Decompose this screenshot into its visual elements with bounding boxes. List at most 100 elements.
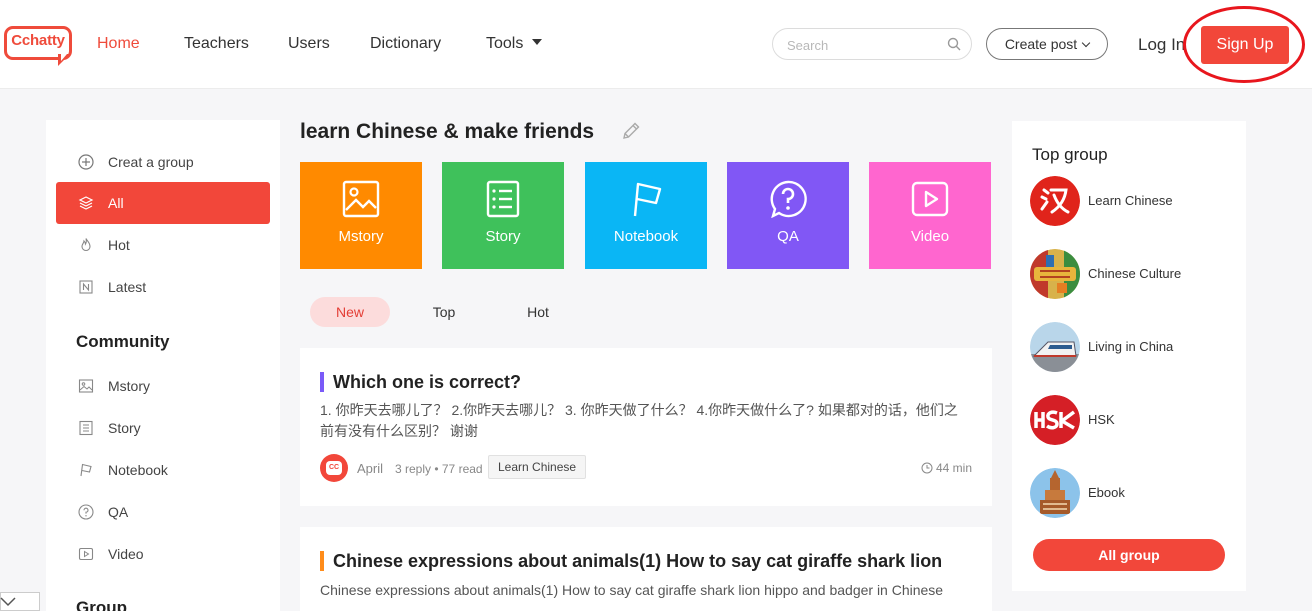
top-header: Cchatty Home Teachers Users Dictionary T…	[0, 0, 1312, 89]
sidebar-item-all[interactable]: All	[56, 182, 270, 224]
flag-icon	[80, 463, 92, 477]
post-title[interactable]: Chinese expressions about animals(1) How…	[320, 551, 942, 571]
hsk-group-avatar	[1030, 395, 1080, 445]
plus-circle-icon	[78, 154, 94, 170]
sidebar-item-create-group[interactable]: Creat a group	[56, 141, 270, 183]
post-card[interactable]: Which one is correct? 1. 你昨天去哪儿了？ 2.你昨天去…	[300, 348, 992, 506]
image-icon	[78, 379, 94, 393]
post-meta: CC April 3 reply • 77 read Learn Chinese…	[320, 454, 972, 482]
group-chinese-culture[interactable]: Chinese Culture	[1030, 249, 1230, 299]
nav-users[interactable]: Users	[288, 35, 330, 53]
nav-tools[interactable]: Tools	[486, 35, 543, 53]
post-stats: 3 reply • 77 read	[395, 462, 483, 476]
sidebar-item-notebook[interactable]: Notebook	[56, 449, 270, 491]
post-time: 44 min	[921, 461, 972, 475]
post-time-text: 44 min	[935, 461, 972, 475]
list-doc-icon	[79, 420, 93, 436]
group-ebook[interactable]: Ebook	[1030, 468, 1230, 518]
nav-home[interactable]: Home	[97, 35, 140, 53]
group-name: Chinese Culture	[1088, 266, 1182, 281]
collapse-toggle[interactable]	[0, 592, 40, 611]
sidebar-item-label: QA	[108, 504, 129, 520]
sidebar-item-label: Mstory	[108, 378, 150, 394]
group-name: Living in China	[1088, 339, 1174, 354]
list-doc-icon	[486, 180, 520, 218]
tile-notebook[interactable]: Notebook	[585, 162, 707, 269]
page-title: learn Chinese & make friends	[300, 120, 595, 143]
tile-story[interactable]: Story	[442, 162, 564, 269]
post-tag[interactable]: Learn Chinese	[488, 455, 587, 479]
sidebar-item-label: Story	[108, 420, 141, 436]
top-group-heading: Top group	[1032, 145, 1108, 164]
tile-mstory[interactable]: Mstory	[300, 162, 422, 269]
avatar-text: CC	[326, 461, 342, 475]
top-group-panel: Top group Learn Chinese Chinese Culture …	[1012, 121, 1246, 591]
question-bubble-icon	[770, 180, 807, 218]
post-title[interactable]: Which one is correct?	[320, 372, 521, 392]
sidebar-item-label: Hot	[108, 237, 130, 253]
chevron-down-icon	[0, 597, 16, 607]
chevron-down-icon	[1081, 38, 1091, 48]
nav-dictionary[interactable]: Dictionary	[370, 35, 441, 53]
learn-chinese-group-avatar	[1030, 176, 1080, 226]
tile-label: QA	[777, 228, 799, 245]
clock-icon	[921, 462, 933, 474]
question-icon	[78, 504, 94, 520]
group-living-in-china[interactable]: Living in China	[1030, 322, 1230, 372]
group-hsk[interactable]: HSK	[1030, 395, 1230, 445]
nav-tools-label: Tools	[486, 35, 524, 52]
layers-icon	[78, 196, 94, 210]
search-icon[interactable]	[947, 37, 961, 51]
login-link[interactable]: Log In	[1138, 35, 1185, 55]
sidebar-item-qa[interactable]: QA	[56, 491, 270, 533]
tile-label: Mstory	[338, 228, 384, 245]
group-name: Learn Chinese	[1088, 193, 1173, 208]
image-icon	[342, 180, 380, 218]
tab-new[interactable]: New	[310, 297, 390, 327]
tile-label: Video	[910, 228, 950, 245]
create-post-label: Create post	[1004, 36, 1078, 52]
group-heading: Group	[76, 598, 127, 611]
sidebar-item-video[interactable]: Video	[56, 533, 270, 575]
search-input[interactable]	[787, 35, 937, 55]
ebook-group-avatar	[1030, 468, 1080, 518]
sidebar-item-label: Latest	[108, 279, 147, 295]
tab-hot[interactable]: Hot	[498, 297, 578, 327]
tile-label: Notebook	[613, 228, 679, 245]
avatar[interactable]: CC	[320, 454, 348, 482]
flame-icon	[81, 238, 91, 252]
play-icon	[78, 547, 94, 561]
sidebar-item-label: Creat a group	[108, 154, 194, 170]
cchatty-logo[interactable]: Cchatty	[4, 26, 74, 68]
tile-label: Story	[485, 228, 521, 245]
sidebar-item-hot[interactable]: Hot	[56, 224, 270, 266]
tile-qa[interactable]: QA	[727, 162, 849, 269]
post-excerpt: Chinese expressions about animals(1) How…	[320, 582, 944, 598]
caret-down-icon	[532, 39, 543, 45]
search-box	[772, 28, 972, 60]
sidebar-item-label: All	[108, 195, 124, 211]
nav-teachers[interactable]: Teachers	[184, 35, 249, 53]
sidebar-item-mstory[interactable]: Mstory	[56, 365, 270, 407]
post-date: April	[357, 461, 384, 476]
create-post-button[interactable]: Create post	[986, 28, 1108, 60]
post-card[interactable]: Chinese expressions about animals(1) How…	[300, 527, 992, 611]
community-heading: Community	[76, 332, 170, 351]
post-excerpt: 1. 你昨天去哪儿了？ 2.你昨天去哪儿？ 3. 你昨天做了什么？ 4.你昨天做…	[320, 402, 958, 439]
all-group-button[interactable]: All group	[1033, 539, 1225, 571]
sidebar-item-label: Notebook	[108, 462, 168, 478]
chinese-culture-group-avatar	[1030, 249, 1080, 299]
new-badge-icon	[79, 280, 93, 294]
logo-text: Cchatty	[11, 32, 65, 49]
edit-pencil-icon[interactable]	[620, 120, 642, 142]
group-learn-chinese[interactable]: Learn Chinese	[1030, 176, 1230, 226]
sidebar-item-latest[interactable]: Latest	[56, 266, 270, 308]
flag-icon	[633, 182, 662, 217]
living-in-china-group-avatar	[1030, 322, 1080, 372]
tile-video[interactable]: Video	[869, 162, 991, 269]
sidebar-item-label: Video	[108, 546, 144, 562]
group-name: HSK	[1088, 412, 1115, 427]
tab-top[interactable]: Top	[404, 297, 484, 327]
signup-button[interactable]: Sign Up	[1201, 26, 1289, 64]
sidebar-item-story[interactable]: Story	[56, 407, 270, 449]
